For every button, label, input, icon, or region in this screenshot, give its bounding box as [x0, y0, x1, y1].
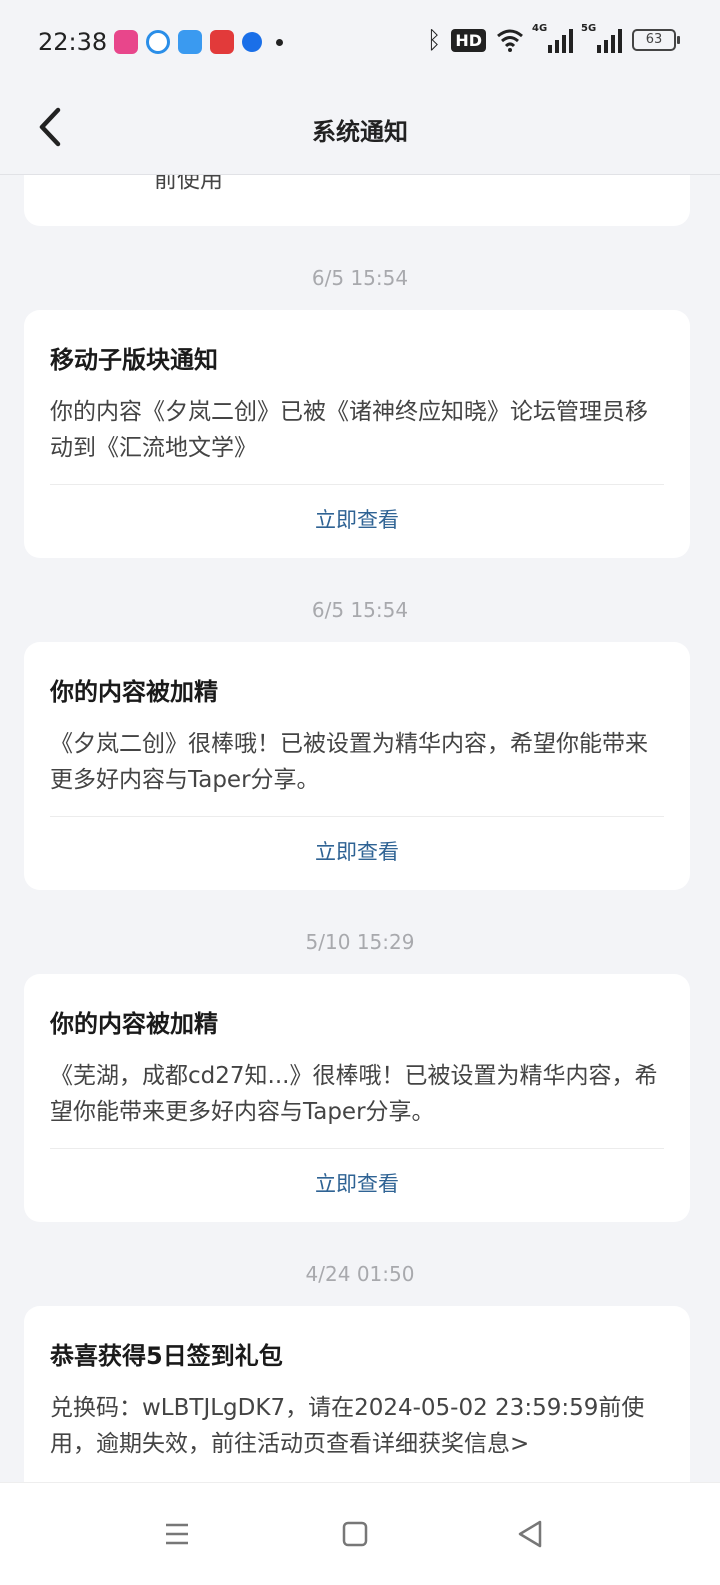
notification-body: 《芜湖，成都cd27知...》很棒哦！已被设置为精华内容，希望你能带来更多好内容…: [50, 1063, 658, 1125]
status-bar: 22:38 ᛒ HD 4G 5G 63: [0, 0, 720, 84]
bilibili-app-icon: [114, 30, 138, 54]
blue-circle-app-icon: [242, 32, 262, 52]
system-status-icons: ᛒ HD 4G 5G 63: [426, 23, 680, 54]
view-now-link[interactable]: 立即查看: [24, 836, 690, 866]
wifi-icon: [497, 29, 523, 52]
home-button[interactable]: [330, 1509, 380, 1559]
notification-card-partial: 前使用: [24, 174, 690, 226]
signal-5g-icon: 5G: [581, 23, 622, 53]
netease-music-app-icon: [210, 30, 234, 54]
status-time: 22:38: [38, 28, 108, 56]
notification-list[interactable]: 前使用 6/5 15:54 移动子版块通知 你的内容《夕岚二创》已被《诸神终应知…: [0, 174, 720, 1482]
notification-timestamp: 6/5 15:54: [311, 598, 409, 622]
weather-app-icon: [178, 30, 202, 54]
view-now-link[interactable]: 立即查看: [24, 504, 690, 534]
more-notifications-dot: [276, 38, 283, 46]
notification-body: 兑换码：wLBTJLgDK7，请在2024-05-02 23:59:59前使用，…: [50, 1395, 645, 1457]
notification-app-icons: [114, 30, 283, 54]
notification-title: 恭喜获得5日签到礼包: [50, 1342, 283, 1370]
view-now-link[interactable]: 立即查看: [24, 1168, 690, 1198]
menu-button[interactable]: [152, 1509, 202, 1559]
notification-body: 你的内容《夕岚二创》已被《诸神终应知晓》论坛管理员移动到《汇流地文学》: [50, 399, 648, 461]
notification-card: 恭喜获得5日签到礼包 兑换码：wLBTJLgDK7，请在2024-05-02 2…: [24, 1306, 690, 1482]
notification-card: 你的内容被加精 《芜湖，成都cd27知...》很棒哦！已被设置为精华内容，希望你…: [24, 974, 690, 1222]
notification-timestamp: 6/5 15:54: [311, 266, 409, 290]
notification-timestamp: 5/10 15:29: [305, 930, 415, 954]
notification-body: 前使用: [154, 174, 223, 193]
notification-timestamp: 4/24 01:50: [305, 1262, 415, 1286]
system-nav-bar: [0, 1482, 720, 1585]
notification-title: 你的内容被加精: [50, 1010, 218, 1038]
triangle-back-icon: [518, 1520, 542, 1548]
notification-title: 你的内容被加精: [50, 678, 218, 706]
battery-icon: 63: [632, 29, 680, 51]
browser-app-icon: [146, 30, 170, 54]
card-divider: [50, 1148, 664, 1149]
notification-card: 你的内容被加精 《夕岚二创》很棒哦！已被设置为精华内容，希望你能带来更多好内容与…: [24, 642, 690, 890]
notification-title: 移动子版块通知: [50, 346, 218, 374]
back-nav-button[interactable]: [506, 1509, 556, 1559]
hd-voice-icon: HD: [451, 28, 486, 52]
card-divider: [50, 484, 664, 485]
page-title: 系统通知: [312, 118, 408, 146]
square-icon: [342, 1521, 368, 1547]
notification-card: 移动子版块通知 你的内容《夕岚二创》已被《诸神终应知晓》论坛管理员移动到《汇流地…: [24, 310, 690, 558]
signal-4g-icon: 4G: [532, 23, 573, 53]
top-nav-bar: 系统通知: [0, 84, 720, 175]
card-divider: [50, 816, 664, 817]
notification-body: 《夕岚二创》很棒哦！已被设置为精华内容，希望你能带来更多好内容与Taper分享。: [50, 731, 648, 793]
menu-icon: [166, 1523, 188, 1545]
bluetooth-icon: ᛒ: [426, 26, 442, 54]
